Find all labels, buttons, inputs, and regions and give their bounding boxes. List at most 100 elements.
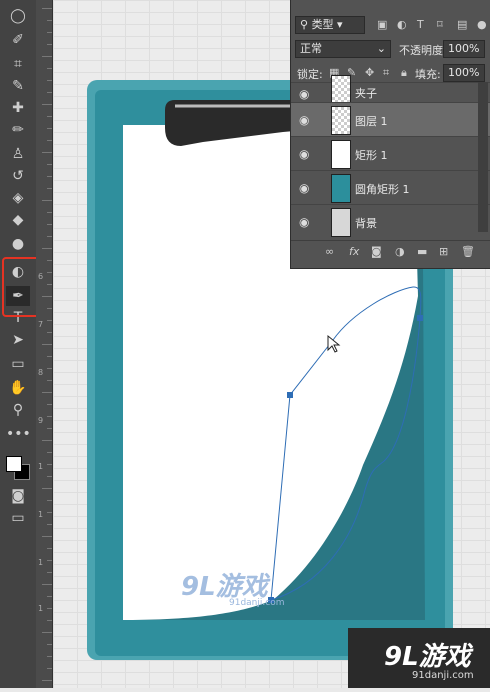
blur-tool[interactable]: ● xyxy=(6,234,30,254)
layer-thumbnail xyxy=(331,140,351,169)
layer-row[interactable]: ◉ 夹子 xyxy=(291,75,490,104)
blend-mode-select[interactable]: 正常 ⌄ xyxy=(295,40,391,58)
layer-row[interactable]: ◉ 矩形 1 xyxy=(291,136,490,170)
search-icon: ⚲ xyxy=(300,18,312,31)
eyedropper-tool[interactable]: ✎ xyxy=(6,76,30,96)
ruler-tick xyxy=(47,212,52,213)
ruler-tick xyxy=(47,476,52,477)
lock-all-icon[interactable]: 🔒︎ xyxy=(401,66,407,80)
quick-mask-icon[interactable]: ◙ xyxy=(6,486,30,506)
visibility-eye-icon[interactable]: ◉ xyxy=(299,181,309,195)
ruler-tick xyxy=(47,668,52,669)
opacity-input[interactable]: 100% xyxy=(443,40,485,58)
image-filter-icon[interactable]: ▣ xyxy=(377,18,387,31)
visibility-eye-icon[interactable]: ◉ xyxy=(299,215,309,229)
lock-position-icon[interactable]: ✥ xyxy=(365,66,374,79)
ruler-tick xyxy=(47,116,52,117)
screen-mode-icon[interactable]: ▭ xyxy=(6,508,30,528)
ruler-tick xyxy=(42,392,52,393)
filter-toggle-icon[interactable]: ● xyxy=(477,18,487,31)
visibility-eye-icon[interactable]: ◉ xyxy=(299,147,309,161)
blend-mode-value: 正常 xyxy=(300,42,322,55)
path-selection-tool[interactable]: ➤ xyxy=(6,330,30,350)
layers-panel-footer: ∞ fx ◙ ◑ ▬ ⊞ 🗑︎ xyxy=(291,240,490,265)
lock-label: 锁定: xyxy=(297,68,323,81)
layer-row[interactable]: ◉ 背景 xyxy=(291,204,490,238)
layers-panel: ⚲ 类型 ▾ ▣ ◐ T ⌑ ▤ ● 正常 ⌄ 不透明度: 100% 锁定: ▦… xyxy=(290,0,490,269)
ruler-number: 9 xyxy=(38,416,44,425)
anchor-point[interactable] xyxy=(417,315,423,321)
smart-object-filter-icon[interactable]: ▤ xyxy=(457,18,467,31)
shape-filter-icon[interactable]: ⌑ xyxy=(437,18,443,31)
ruler-tick xyxy=(47,356,52,357)
fx-icon[interactable]: fx xyxy=(349,245,359,258)
rectangle-tool[interactable]: ▭ xyxy=(6,354,30,374)
layer-filter-select[interactable]: ⚲ 类型 ▾ xyxy=(295,16,365,34)
layer-thumbnail xyxy=(331,174,351,203)
artboard-lock-icon[interactable]: ⌗ xyxy=(383,66,389,80)
paint-bucket-tool[interactable]: ◆ xyxy=(6,210,30,230)
new-layer-icon[interactable]: ⊞ xyxy=(439,245,448,258)
trash-icon[interactable]: 🗑︎ xyxy=(461,245,475,258)
layers-scrollbar[interactable] xyxy=(478,82,488,232)
layer-name: 夹子 xyxy=(355,87,377,100)
ruler-tick xyxy=(47,452,52,453)
ruler-tick xyxy=(47,524,52,525)
ruler-number: 1 xyxy=(38,558,44,567)
fill-value: 100% xyxy=(448,66,480,79)
visibility-eye-icon[interactable]: ◉ xyxy=(299,87,309,101)
anchor-point[interactable] xyxy=(287,392,293,398)
layer-name: 矩形 1 xyxy=(355,149,388,162)
ruler-tick xyxy=(47,428,52,429)
ruler-tick xyxy=(47,512,52,513)
ruler-number: 1 xyxy=(38,604,44,613)
ruler-tick xyxy=(42,8,52,9)
ruler-tick xyxy=(42,200,52,201)
eraser-tool[interactable]: ◈ xyxy=(6,188,30,208)
fill-label: 填充: xyxy=(415,68,441,81)
layer-row[interactable]: ◉ 圆角矩形 1 xyxy=(291,170,490,204)
opacity-label: 不透明度: xyxy=(399,44,447,57)
healing-brush-tool[interactable]: ✚ xyxy=(6,98,30,118)
lasso-tool[interactable]: ◯ xyxy=(6,6,30,26)
layer-name: 背景 xyxy=(355,217,377,230)
ruler-tick xyxy=(47,416,52,417)
group-icon[interactable]: ▬ xyxy=(417,245,427,258)
ruler-tick xyxy=(47,164,52,165)
ruler-number: 6 xyxy=(38,272,44,281)
ruler-tick xyxy=(47,572,52,573)
adjustment-icon[interactable]: ◑ xyxy=(395,245,405,258)
brush-tool[interactable]: ✏ xyxy=(6,120,30,140)
inline-watermark-url: 91danji.com xyxy=(229,598,285,608)
hand-tool[interactable]: ✋ xyxy=(6,378,30,398)
ruler-tick xyxy=(47,224,52,225)
adjustment-filter-icon[interactable]: ◐ xyxy=(397,18,407,31)
type-filter-icon[interactable]: T xyxy=(417,18,424,31)
more-tools[interactable]: ••• xyxy=(6,424,31,444)
ruler-tick xyxy=(47,656,52,657)
tools-panel: ◯ ✐ ⌗ ✎ ✚ ✏ ♙ ↺ ◈ ◆ ● ◐ ✒ T ➤ ▭ ✋ ⚲ ••• ◙ ▭ xyxy=(0,0,37,688)
quick-select-tool[interactable]: ✐ xyxy=(6,30,30,50)
foreground-color-swatch[interactable] xyxy=(6,456,22,472)
layer-row[interactable]: ◉ 图层 1 xyxy=(291,102,490,136)
ruler-tick xyxy=(42,632,52,633)
opacity-value: 100% xyxy=(448,42,480,55)
crop-tool[interactable]: ⌗ xyxy=(6,54,30,74)
filter-label: 类型 xyxy=(311,18,334,31)
ruler-tick xyxy=(47,68,52,69)
clone-stamp-tool[interactable]: ♙ xyxy=(6,144,30,164)
ruler-tick xyxy=(47,260,52,261)
mask-icon[interactable]: ◙ xyxy=(371,245,382,258)
ruler-tick xyxy=(47,272,52,273)
ruler-tick xyxy=(47,620,52,621)
link-icon[interactable]: ∞ xyxy=(325,245,334,258)
ruler-tick xyxy=(42,248,52,249)
ruler-tick xyxy=(47,608,52,609)
ruler-number: 1 xyxy=(38,510,44,519)
zoom-tool[interactable]: ⚲ xyxy=(6,400,30,420)
ruler-tick xyxy=(47,464,52,465)
visibility-eye-icon[interactable]: ◉ xyxy=(299,113,309,127)
history-brush-tool[interactable]: ↺ xyxy=(6,166,30,186)
ruler-tick xyxy=(47,80,52,81)
fill-input[interactable]: 100% xyxy=(443,64,485,82)
